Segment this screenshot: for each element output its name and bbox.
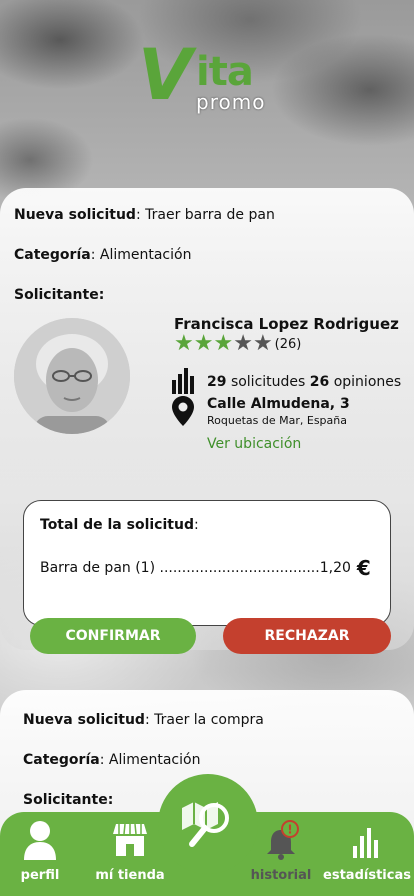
bell-icon: ! — [267, 820, 299, 860]
nav-store-label: mí tienda — [95, 868, 165, 883]
view-location-link[interactable]: Ver ubicación — [207, 436, 301, 452]
requester-avatar — [14, 318, 130, 434]
star-empty-icon: ★ — [252, 331, 273, 356]
alert-badge: ! — [287, 823, 292, 837]
request1-category: Categoría: Alimentación — [14, 247, 192, 263]
confirm-button[interactable]: CONFIRMAR — [30, 618, 196, 654]
location-pin-icon — [172, 396, 194, 426]
person-icon — [24, 821, 56, 860]
nav-profile-label: perfil — [20, 868, 60, 883]
star-empty-icon: ★ — [233, 331, 253, 356]
nav-search-map-button[interactable] — [158, 774, 258, 874]
logo-v: V — [138, 34, 192, 116]
star-filled-icon: ★ — [193, 331, 214, 356]
avatar-portrait — [14, 318, 130, 434]
request1-title: Nueva solicitud: Traer barra de pan — [14, 207, 275, 223]
requester-rating: ★ ★ ★ ★ ★ (26) — [174, 333, 301, 355]
total-title: Total de la solicitud: — [40, 517, 199, 533]
request2-requester-label: Solicitante: — [23, 792, 114, 808]
bar-chart-icon — [172, 368, 194, 394]
logo-ita: ita — [196, 49, 254, 95]
request2-title: Nueva solicitud: Traer la compra — [23, 712, 264, 728]
reject-button[interactable]: RECHAZAR — [223, 618, 391, 654]
item-line: Barra de pan (1) .......................… — [40, 560, 351, 576]
request1-requester-label: Solicitante: — [14, 287, 105, 303]
request2-category: Categoría: Alimentación — [23, 752, 201, 768]
euro-icon: € — [356, 556, 371, 580]
vita-promo-logo: V ita promo — [138, 40, 278, 120]
nav-store[interactable]: mí tienda — [92, 820, 168, 883]
total-item-row: Barra de pan (1) .......................… — [40, 556, 371, 580]
review-count: (26) — [274, 336, 302, 352]
star-filled-icon: ★ — [213, 331, 234, 356]
nav-history[interactable]: ! historial — [248, 820, 314, 883]
request-total-box: Total de la solicitud: Barra de pan (1) … — [23, 500, 391, 626]
nav-history-label: historial — [250, 868, 312, 883]
requester-city: Roquetas de Mar, España — [207, 414, 347, 427]
requester-stats: 29 solicitudes 26 opiniones — [207, 374, 402, 390]
logo-promo: promo — [196, 90, 266, 114]
nav-stats-label: estadísticas — [323, 868, 411, 883]
requester-address: Calle Almudena, 3 — [207, 396, 350, 412]
nav-profile[interactable]: perfil — [18, 820, 62, 883]
store-icon — [113, 823, 147, 856]
nav-stats[interactable]: estadísticas — [322, 820, 412, 883]
star-filled-icon: ★ — [174, 331, 194, 356]
bar-chart-icon — [353, 828, 378, 858]
map-search-icon — [182, 802, 229, 847]
